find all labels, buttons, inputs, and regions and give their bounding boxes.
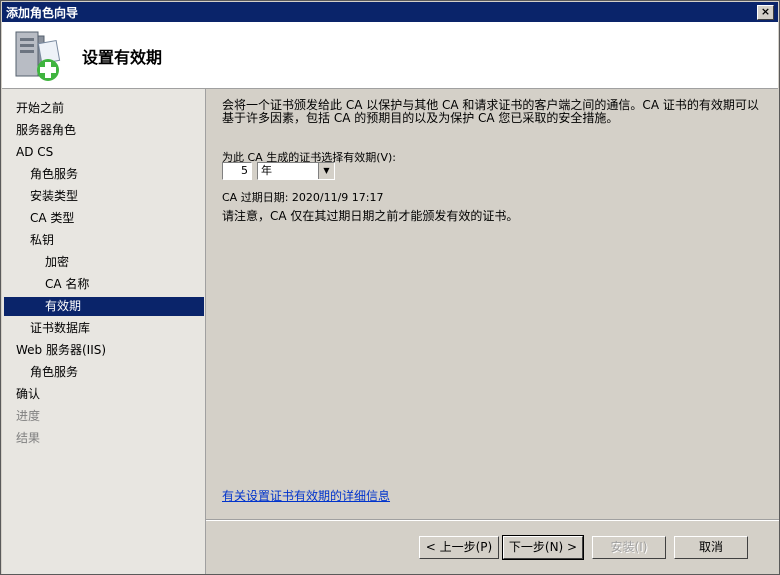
nav-step-item[interactable]: 角色服务: [4, 363, 204, 382]
window-title: 添加角色向导: [6, 6, 79, 20]
validity-unit-select[interactable]: 年 ▼: [257, 162, 335, 180]
nav-step-item[interactable]: 服务器角色: [4, 121, 204, 140]
close-button[interactable]: ×: [757, 5, 774, 20]
install-button[interactable]: 安装(I): [592, 536, 666, 559]
nav-step-item[interactable]: CA 名称: [4, 275, 204, 294]
nav-step-item[interactable]: 角色服务: [4, 165, 204, 184]
nav-step-item[interactable]: 开始之前: [4, 99, 204, 118]
back-button[interactable]: < 上一步(P): [419, 536, 499, 559]
chevron-down-icon[interactable]: ▼: [318, 163, 334, 179]
wizard-header: 设置有效期: [2, 22, 778, 89]
server-add-icon: [12, 28, 64, 84]
nav-step-item[interactable]: 加密: [4, 253, 204, 272]
page-title: 设置有效期: [82, 48, 163, 67]
nav-step-item: 进度: [16, 409, 41, 423]
more-info-link[interactable]: 有关设置证书有效期的详细信息: [222, 487, 390, 504]
nav-step-item[interactable]: 证书数据库: [4, 319, 204, 338]
nav-step-item[interactable]: AD CS: [4, 143, 204, 162]
nav-step-item[interactable]: 私钥: [4, 231, 204, 250]
ca-expiration-date: CA 过期日期: 2020/11/9 17:17: [222, 191, 384, 204]
cancel-button[interactable]: 取消: [674, 536, 748, 559]
validity-note: 请注意，CA 仅在其过期日期之前才能颁发有效的证书。: [222, 209, 519, 223]
nav-step-item[interactable]: 安装类型: [4, 187, 204, 206]
nav-step-item[interactable]: CA 类型: [4, 209, 204, 228]
validity-period-input[interactable]: 5: [222, 162, 252, 180]
next-button[interactable]: 下一步(N) >: [502, 535, 584, 560]
nav-step-item[interactable]: Web 服务器(IIS): [4, 341, 204, 360]
title-bar[interactable]: 添加角色向导 ×: [2, 2, 778, 22]
nav-step-item[interactable]: 确认: [4, 385, 204, 404]
validity-unit-value: 年: [261, 164, 272, 177]
wizard-step-list: 开始之前 服务器角色 AD CS 角色服务 安装类型 CA 类型 私钥 加密 CA 名称 有效期证…: [2, 89, 206, 574]
nav-step-item: 结果: [16, 431, 41, 445]
content-pane: 会将一个证书颁发给此 CA 以保护与其他 CA 和请求证书的客户端之间的通信。C…: [206, 89, 779, 519]
add-roles-wizard-window: 添加角色向导 × 设置有效期 开始之前 服务器角色 AD CS 角色服务 安装类型 CA …: [0, 0, 780, 575]
nav-step-item[interactable]: 有效期: [4, 297, 204, 316]
footer-divider: [206, 519, 779, 521]
description-text: 会将一个证书颁发给此 CA 以保护与其他 CA 和请求证书的客户端之间的通信。C…: [222, 98, 759, 125]
